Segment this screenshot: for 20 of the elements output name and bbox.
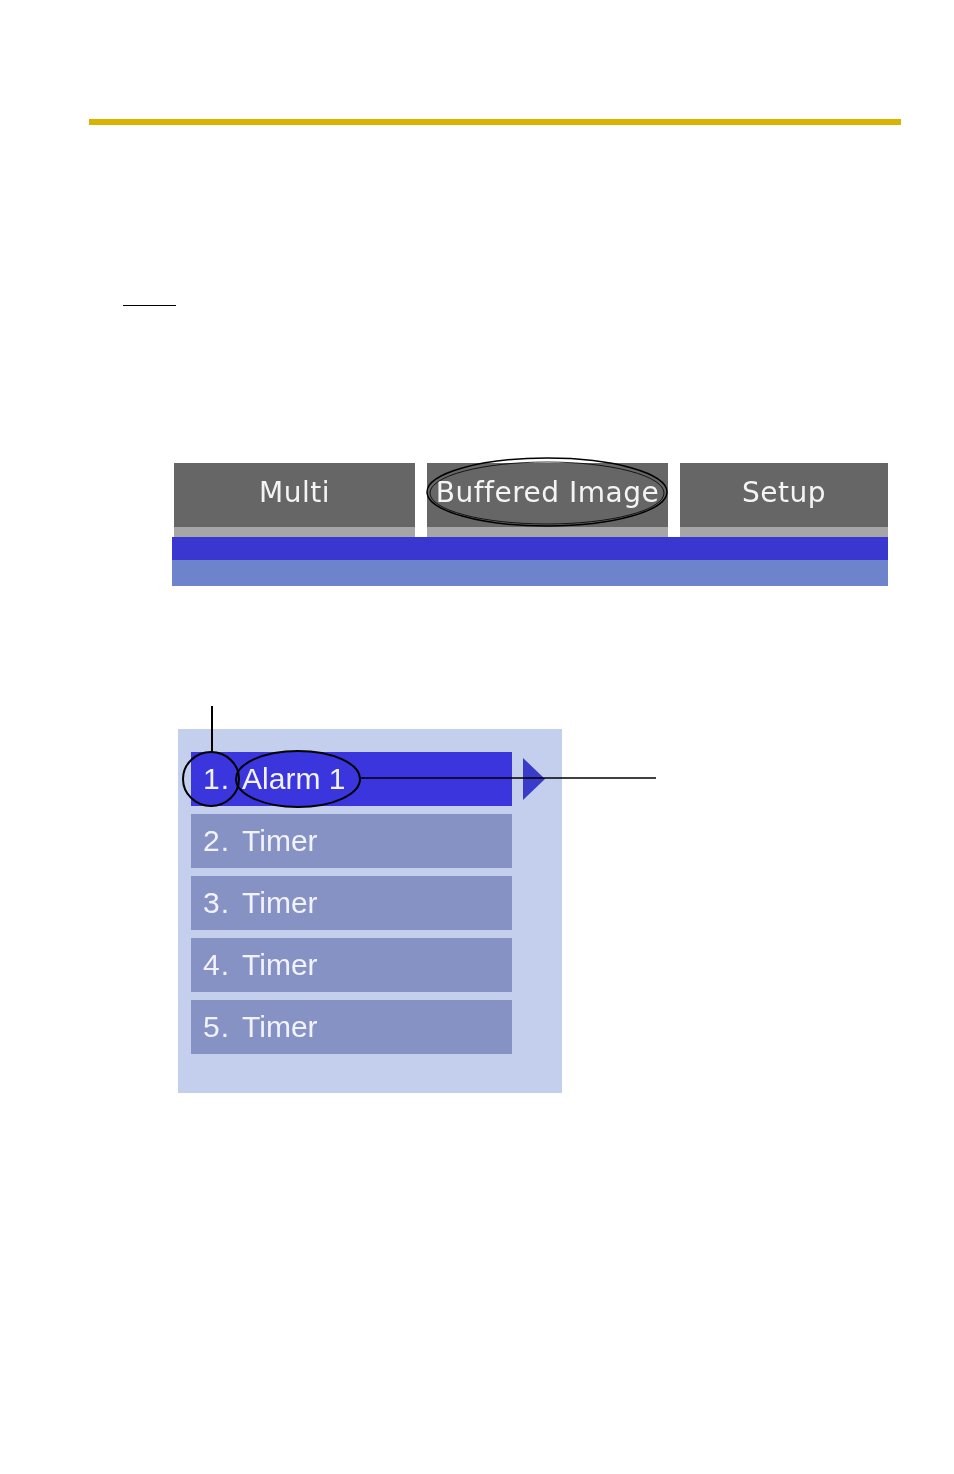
submenu-arrow-icon [523, 758, 545, 800]
item-number: 4. [203, 950, 231, 980]
menu-item[interactable]: 2. Timer [191, 814, 512, 868]
item-label: Timer [242, 888, 318, 918]
menu-item[interactable]: 4. Timer [191, 938, 512, 992]
menu-item[interactable]: 3. Timer [191, 876, 512, 930]
menu-item[interactable]: 1. Alarm 1 [191, 752, 512, 806]
item-label: Timer [242, 826, 318, 856]
item-number: 2. [203, 826, 231, 856]
item-label: Timer [242, 1012, 318, 1042]
item-number: 1. [203, 764, 231, 794]
menu-item[interactable]: 5. Timer [191, 1000, 512, 1054]
leader-line [211, 705, 213, 753]
item-label: Alarm 1 [242, 764, 346, 794]
item-number: 3. [203, 888, 231, 918]
item-label: Timer [242, 950, 318, 980]
item-number: 5. [203, 1012, 231, 1042]
tab[interactable]: Buffered Image [427, 463, 668, 537]
tab[interactable]: Setup [680, 463, 888, 537]
tab[interactable]: Multi [174, 463, 415, 537]
